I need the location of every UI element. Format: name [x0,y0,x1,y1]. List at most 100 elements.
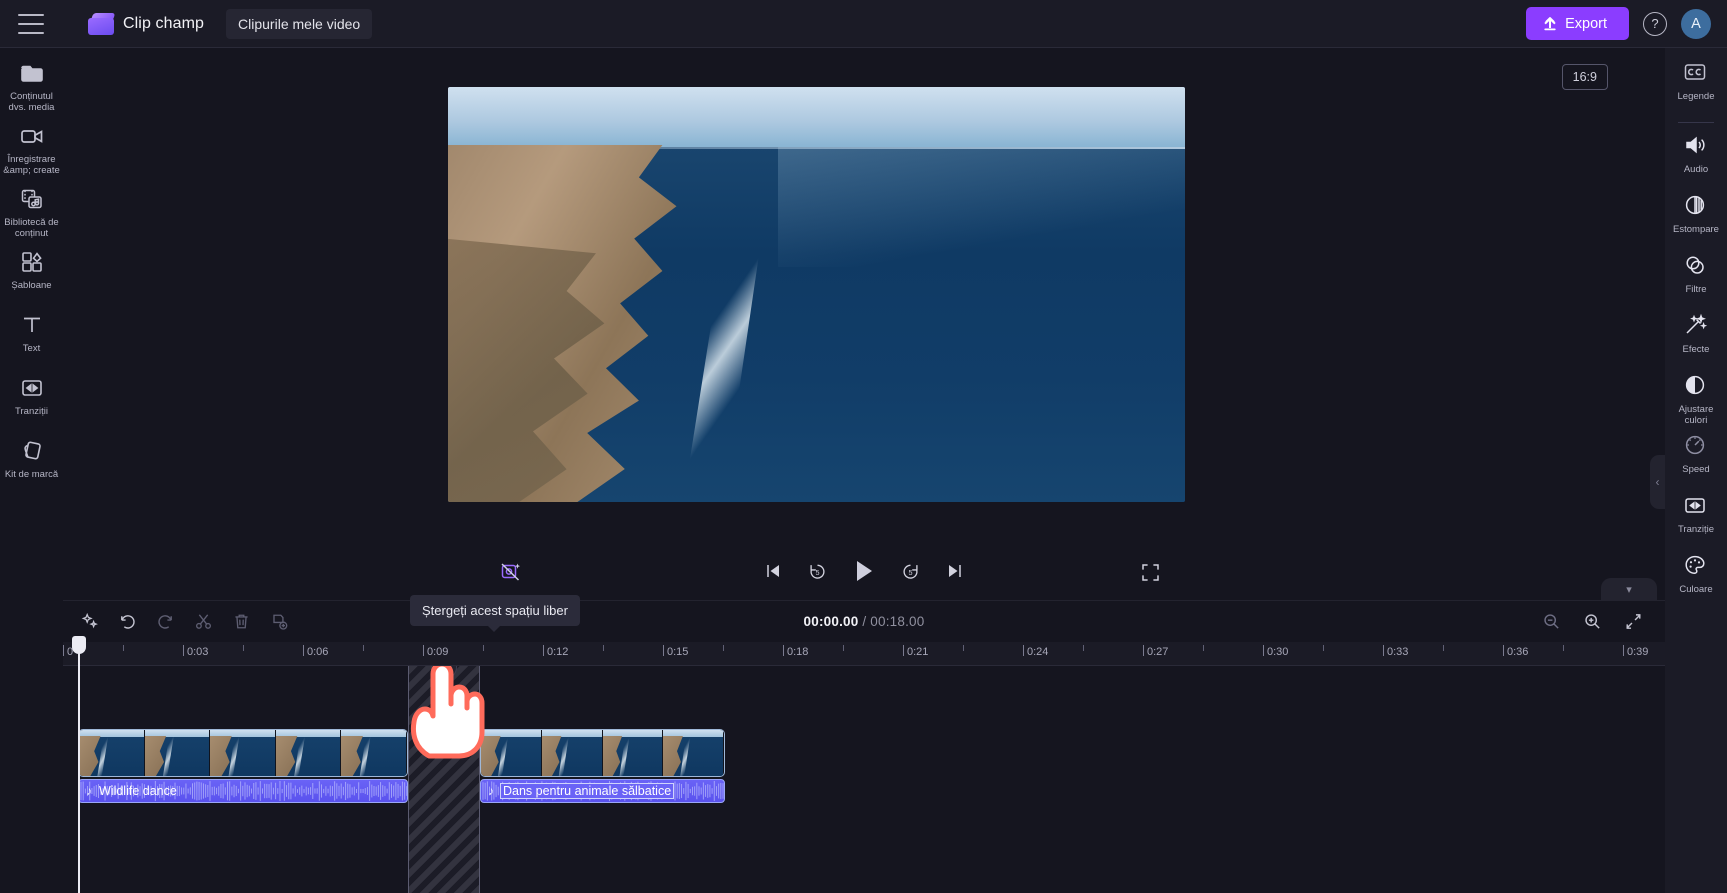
sidebar-item-speed[interactable]: Speed [1665,433,1727,489]
zoom-out-button[interactable] [1542,612,1561,631]
svg-text:5: 5 [815,567,819,576]
sidebar-item-captions[interactable]: Legende [1665,60,1727,116]
ruler-tick-label: 0:18 [787,646,809,658]
ruler-tick-minor [843,645,844,651]
zoom-in-button[interactable] [1583,612,1602,631]
redo-button[interactable] [156,612,175,631]
sidebar-item-record-create[interactable]: Înregistrare &amp; create [0,123,63,181]
sidebar-item-transition[interactable]: Tranziție [1665,493,1727,549]
sidebar-item-label: Kit de marcă [4,469,59,480]
current-time: 00:00.00 [803,614,859,629]
timeline-tracks[interactable]: ♪ Wildlife dance ♪ Dans pentru animale s… [63,666,1665,893]
video-clip-1[interactable] [78,729,408,777]
ruler-tick-label: 0:06 [307,646,329,658]
contrast-icon [1683,373,1709,399]
right-rail-divider [1678,122,1714,123]
speaker-icon [1683,133,1709,159]
ruler-tick-minor [1323,645,1324,651]
clipchamp-logo-icon [88,12,116,35]
fullscreen-button[interactable] [1141,563,1160,582]
closed-caption-icon [1683,60,1709,86]
ruler-tick-label: 0:03 [187,646,209,658]
preview-sky [448,87,1185,149]
ruler-tick-minor [1563,645,1564,651]
rewind-5s-button[interactable]: 5 [807,561,828,582]
ruler-tick-minor [963,645,964,651]
help-icon[interactable]: ? [1643,11,1667,36]
ruler-tick-minor [603,645,604,651]
music-note-icon: ♪ [86,784,92,798]
ruler-tick-label: 0:33 [1387,646,1409,658]
split-scissors-button[interactable] [194,612,213,631]
delete-gap-tooltip: Ștergeți acest spațiu liber [410,595,580,632]
sidebar-item-label: Bibliotecă de conținut [4,217,59,239]
sidebar-item-label: Speed [1682,464,1710,475]
undo-button[interactable] [118,612,137,631]
export-label: Export [1565,15,1607,32]
clipchamp-editor: Clip champ Clipurile mele video Export ?… [0,0,1727,893]
video-clip-2[interactable] [480,729,725,777]
sidebar-item-fade[interactable]: Estompare [1665,193,1727,249]
sidebar-item-color-adjust[interactable]: Ajustare culori [1665,373,1727,429]
sidebar-item-label: Audio [1683,164,1709,175]
speedometer-icon [1683,433,1709,459]
audio-clip-2[interactable]: ♪ Dans pentru animale sălbatice [480,779,725,803]
skip-to-start-button[interactable] [763,561,783,581]
sidebar-item-label: Estompare [1673,224,1719,235]
time-separator: / [862,614,867,629]
skip-to-end-button[interactable] [945,561,965,581]
avatar-initial: A [1691,15,1701,32]
duplicate-button[interactable] [270,612,289,631]
sidebar-item-brand-kit[interactable]: Kit de marcă [0,438,63,496]
sidebar-item-media[interactable]: Conținutul dvs. media [0,60,63,118]
ruler-tick-minor [363,645,364,651]
total-time: 00:18.00 [870,614,925,629]
timeline-toolbar: 00:00.00 / 00:18.00 [63,600,1665,642]
timeline-ruler[interactable]: 0 0:03 0:06 0:09 0:12 0:15 0:18 0:21 0:24 0:27 0:3… [63,642,1665,666]
hamburger-menu-icon[interactable] [18,13,44,34]
empty-space-block[interactable] [408,666,480,893]
aspect-ratio-badge[interactable]: 16:9 [1561,64,1608,90]
sidebar-item-transitions[interactable]: Tranziții [0,375,63,433]
video-camera-icon [19,123,45,149]
timeline-collapse-button[interactable]: ▾ [1601,578,1657,600]
right-sidebar: Legende Audio Estompare Filtre Efecte Aj… [1665,48,1727,893]
sidebar-item-content-library[interactable]: Bibliotecă de conținut [0,186,63,244]
playhead-handle[interactable] [72,636,86,654]
palette-icon [1683,553,1709,579]
sidebar-item-text[interactable]: Text [0,312,63,370]
sidebar-item-effects[interactable]: Efecte [1665,313,1727,369]
magic-disabled-icon[interactable] [500,561,522,583]
right-rail-collapse-button[interactable]: ‹ [1650,455,1665,509]
forward-5s-button[interactable]: 5 [900,561,921,582]
playback-controls: 5 5 [63,555,1665,600]
ruler-tick-minor [243,645,244,651]
fit-to-screen-button[interactable] [1624,612,1643,631]
brand-logo-group: Clip champ [88,12,204,35]
sidebar-item-audio[interactable]: Audio [1665,133,1727,189]
playhead[interactable] [72,636,86,893]
ruler-tick-label: 0:09 [427,646,449,658]
sidebar-item-templates[interactable]: Șabloane [0,249,63,307]
ruler-tick-label: 0:12 [547,646,569,658]
sidebar-item-label: Culoare [1679,584,1713,595]
play-button[interactable] [852,558,876,584]
sidebar-item-label: Efecte [1682,344,1710,355]
project-name-field[interactable]: Clipurile mele video [226,8,373,39]
ruler-tick-label: 0:30 [1267,646,1289,658]
video-preview[interactable] [448,87,1185,502]
content-library-icon [19,186,45,212]
export-button[interactable]: Export [1526,7,1629,40]
topbar-right-group: Export ? A [1526,7,1727,40]
sidebar-item-color[interactable]: Culoare [1665,553,1727,609]
ruler-tick-label: 0:21 [907,646,929,658]
avatar[interactable]: A [1681,8,1711,39]
left-sidebar: Conținutul dvs. media Înregistrare &amp;… [0,48,63,893]
help-glyph: ? [1651,16,1659,31]
audio-clip-1[interactable]: ♪ Wildlife dance [78,779,408,803]
audio-clip-label-input[interactable]: Dans pentru animale sălbatice [499,783,675,799]
auto-compose-icon[interactable] [81,612,99,631]
sidebar-item-filters[interactable]: Filtre [1665,253,1727,309]
templates-icon [19,249,45,275]
delete-trash-button[interactable] [232,612,251,631]
